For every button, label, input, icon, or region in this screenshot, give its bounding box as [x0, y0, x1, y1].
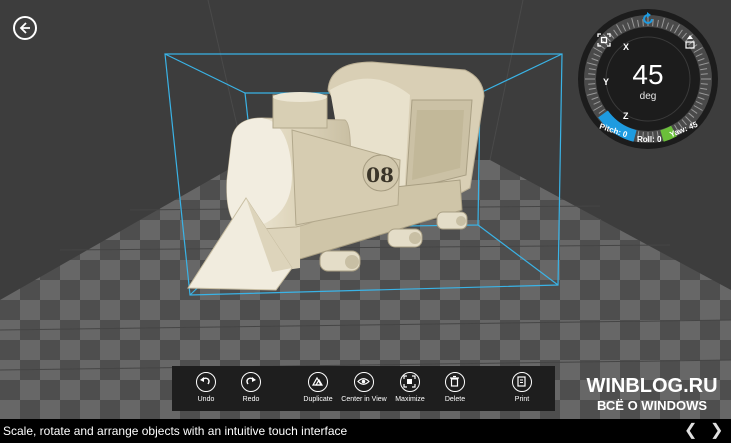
- axis-y-label[interactable]: Y: [603, 77, 609, 87]
- rotate-reset-icon[interactable]: [641, 12, 655, 26]
- redo-icon: [246, 377, 256, 385]
- axis-x-label[interactable]: X: [623, 42, 629, 52]
- next-slide-button[interactable]: ❯: [710, 420, 723, 440]
- duplicate-label: Duplicate: [303, 396, 333, 403]
- maximize-icon: [403, 375, 416, 388]
- rotation-unit: deg: [639, 91, 657, 102]
- caption-bar: Scale, rotate and arrange objects with a…: [0, 419, 731, 443]
- center-in-view-button[interactable]: Center in View: [339, 372, 389, 403]
- previous-slide-button[interactable]: ❮: [684, 420, 697, 440]
- fit-selection-icon[interactable]: [597, 33, 611, 47]
- app-bar: Undo Redo Duplicate Center in View Maxim…: [172, 366, 555, 411]
- roll-readout: Roll: 0: [637, 135, 662, 144]
- maximize-label: Maximize: [395, 396, 425, 403]
- undo-button[interactable]: Undo: [181, 372, 231, 403]
- undo-icon: [200, 377, 210, 385]
- eye-icon: [357, 378, 370, 385]
- duplicate-button[interactable]: Duplicate: [293, 372, 343, 403]
- redo-label: Redo: [242, 396, 260, 403]
- print-label: Print: [514, 396, 530, 403]
- back-arrow-icon: [19, 22, 30, 34]
- rotation-value: 45: [632, 59, 664, 90]
- center-in-view-label: Center in View: [341, 396, 387, 403]
- site-watermark: WINBLOG.RU ВСЁ О WINDOWS: [578, 375, 726, 415]
- printer-icon: [517, 376, 526, 387]
- redo-button[interactable]: Redo: [226, 372, 276, 403]
- back-button[interactable]: [13, 16, 37, 40]
- maximize-button[interactable]: Maximize: [385, 372, 435, 403]
- watermark-line1: WINBLOG.RU: [586, 375, 718, 397]
- delete-button[interactable]: Delete: [430, 372, 480, 403]
- print-button[interactable]: Print: [497, 372, 547, 403]
- caption-text: Scale, rotate and arrange objects with a…: [3, 424, 348, 438]
- watermark-line2: ВСЁ О WINDOWS: [596, 398, 708, 413]
- rotation-dial[interactable]: 45 deg X Y Z Pitch: 0 Roll: 0 Yaw: 45: [577, 8, 719, 150]
- axis-z-label[interactable]: Z: [623, 111, 629, 121]
- duplicate-icon: [311, 376, 324, 386]
- undo-label: Undo: [197, 396, 215, 403]
- model-number: 08: [366, 163, 394, 187]
- trash-icon: [450, 375, 459, 387]
- delete-label: Delete: [444, 396, 466, 403]
- move-vertical-icon[interactable]: [683, 35, 697, 49]
